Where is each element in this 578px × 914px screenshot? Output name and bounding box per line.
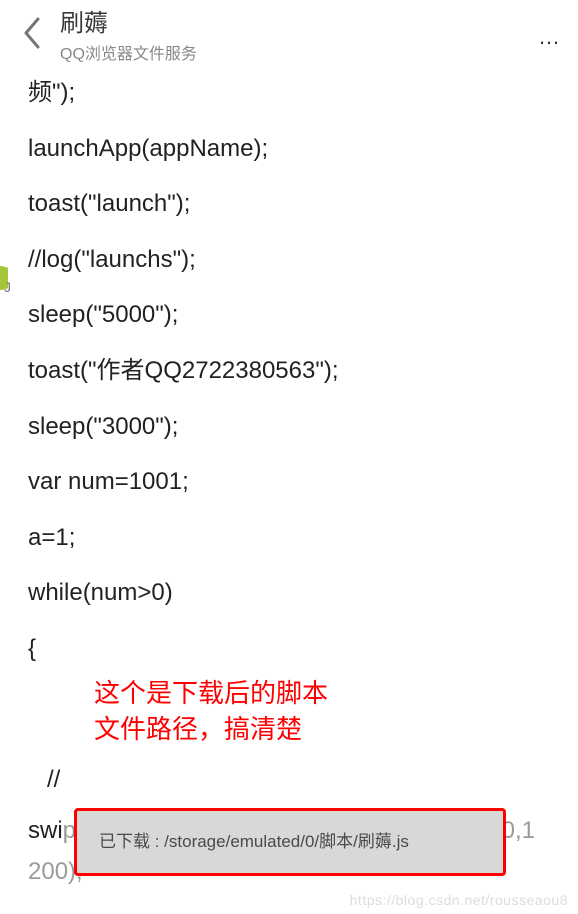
code-line: toast("launch");: [28, 187, 550, 221]
annotation-text: 这个是下载后的脚本 文件路径，搞清楚: [94, 676, 328, 749]
download-toast: 已下载 : /storage/emulated/0/脚本/刷薅.js: [74, 808, 506, 876]
code-content[interactable]: 频"); launchApp(appName); toast("launch")…: [0, 66, 578, 698]
watermark: https://blog.csdn.net/rousseaou8: [350, 892, 568, 908]
back-button[interactable]: [12, 13, 52, 53]
code-line: var num=1001;: [28, 465, 550, 499]
page-subtitle: QQ浏览器文件服务: [60, 40, 566, 64]
chevron-left-icon: [20, 15, 44, 51]
code-line: 频");: [28, 76, 550, 110]
code-line: {: [28, 632, 550, 666]
code-line: while(num>0): [28, 576, 550, 610]
code-line: sleep("5000");: [28, 298, 550, 332]
code-line: //: [47, 766, 60, 794]
toast-text: 已下载 : /storage/emulated/0/脚本/刷薅.js: [99, 830, 409, 854]
code-line: toast("作者QQ2722380563");: [28, 354, 550, 388]
page-title: 刷薅: [60, 3, 566, 38]
title-area: 刷薅 QQ浏览器文件服务: [60, 3, 566, 64]
code-line: sleep("3000");: [28, 410, 550, 444]
code-line: //log("launchs");: [28, 243, 550, 277]
code-line: launchApp(appName);: [28, 132, 550, 166]
more-button[interactable]: …: [538, 24, 562, 50]
code-line: a=1;: [28, 521, 550, 555]
